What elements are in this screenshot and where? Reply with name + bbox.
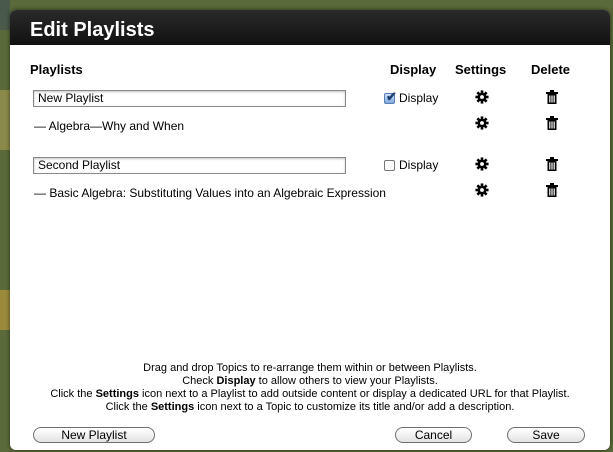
edit-playlists-dialog: Edit Playlists Playlists Display Setting… (10, 10, 610, 450)
new-playlist-button[interactable]: New Playlist (33, 427, 155, 443)
checkmark-icon: ✔ (386, 88, 397, 104)
topic-item[interactable]: — Basic Algebra: Substituting Values int… (34, 186, 386, 200)
header-display: Display (390, 62, 437, 77)
gear-icon[interactable] (475, 157, 489, 171)
help-line: Check Display to allow others to view yo… (182, 375, 438, 387)
topic-item[interactable]: — Algebra—Why and When (34, 119, 184, 133)
playlist-name-input[interactable]: New Playlist (33, 90, 346, 107)
trash-icon[interactable] (546, 116, 558, 130)
background-strip (0, 290, 10, 330)
display-label: Display (399, 91, 439, 105)
help-line: Click the Settings icon next to a Playli… (50, 388, 570, 400)
save-button[interactable]: Save (507, 427, 585, 443)
help-text: Drag and drop Topics to re-arrange them … (10, 362, 610, 414)
gear-icon[interactable] (475, 183, 489, 197)
display-label: Display (399, 158, 439, 172)
display-checkbox[interactable] (384, 159, 395, 171)
display-toggle[interactable]: ✔ Display (384, 88, 439, 105)
cancel-button[interactable]: Cancel (395, 427, 472, 443)
background-strip (0, 90, 10, 150)
header-delete: Delete (531, 62, 571, 77)
trash-icon[interactable] (546, 90, 558, 104)
gear-icon[interactable] (475, 116, 489, 130)
header-playlists: Playlists (30, 62, 83, 77)
playlist-name-input[interactable]: Second Playlist (33, 157, 346, 174)
background-strip (0, 0, 10, 30)
help-line: Click the Settings icon next to a Topic … (105, 401, 515, 413)
header-settings: Settings (455, 62, 507, 77)
display-toggle[interactable]: Display (384, 158, 438, 172)
help-line: Drag and drop Topics to re-arrange them … (143, 362, 477, 374)
gear-icon[interactable] (475, 90, 489, 104)
trash-icon[interactable] (546, 183, 558, 197)
trash-icon[interactable] (546, 157, 558, 171)
dialog-title: Edit Playlists (10, 10, 610, 45)
display-checkbox[interactable]: ✔ (384, 88, 397, 104)
